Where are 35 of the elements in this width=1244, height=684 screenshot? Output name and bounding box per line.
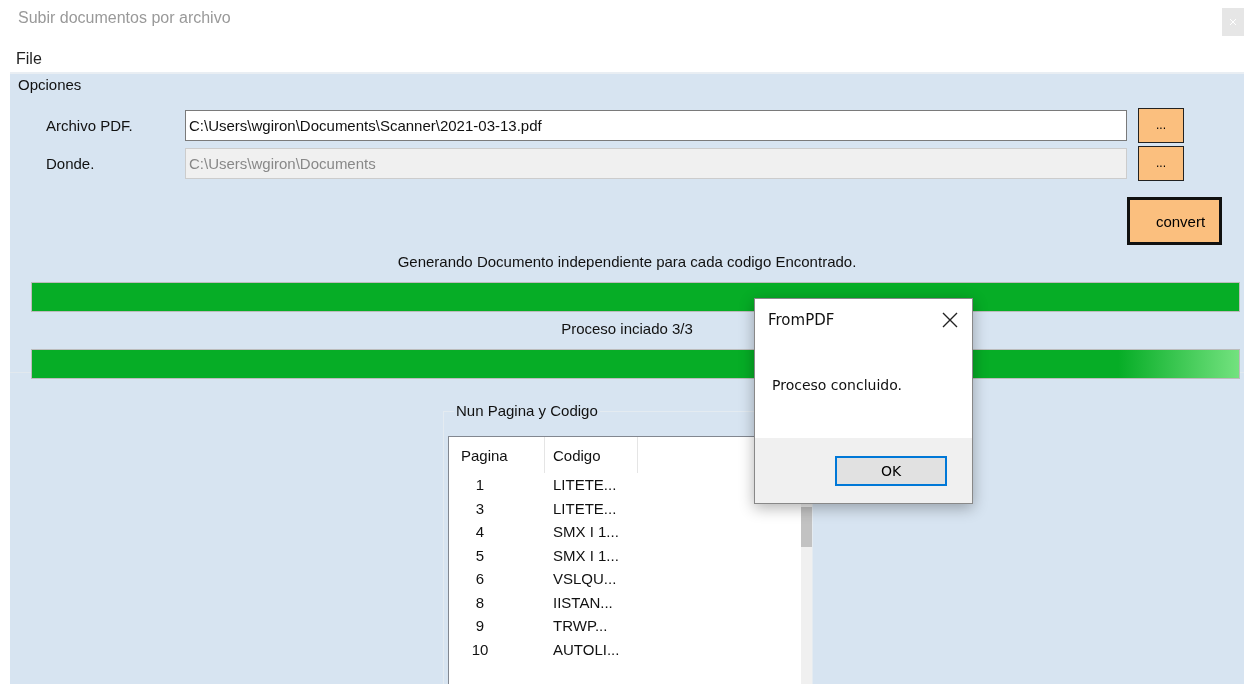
close-icon [942, 312, 958, 328]
table-cell-text: SMX I 1... [552, 523, 620, 541]
table-cell-text: 5 [474, 546, 486, 564]
close-button[interactable] [942, 312, 958, 328]
dialog-title: FromPDF [768, 311, 835, 329]
field-label: Donde. [45, 154, 96, 172]
table-cell-text: AUTOLI... [552, 640, 621, 658]
table-cell-text: SMX I 1... [552, 546, 620, 564]
table-cell-text: 1 [474, 476, 486, 494]
table-cell-text: VSLQU... [552, 570, 618, 588]
close-icon [1230, 19, 1236, 25]
table-cell-text: 6 [474, 570, 486, 588]
menu-item[interactable]: File [16, 49, 42, 68]
table-cell-text: TRWP... [552, 617, 609, 635]
table-cell-text: 3 [474, 499, 486, 517]
group-title: Opciones [18, 76, 82, 93]
convert-button[interactable]: convert [1127, 197, 1222, 245]
table-cell-text: 9 [474, 617, 486, 635]
table-cell-text: 10 [470, 640, 490, 658]
table-cell-text: IISTAN... [552, 593, 614, 611]
ok-button[interactable]: OK [835, 455, 947, 486]
column-header[interactable]: Codigo [545, 437, 638, 473]
window-title: Subir documentos por archivo [18, 9, 231, 27]
progress-label: Generando Documento independiente para cada codigo Encontrado. [396, 253, 858, 272]
dialog-message: Proceso concluido. [772, 377, 903, 395]
table-cell-text: 8 [474, 593, 486, 611]
browse-button[interactable]: ... [1138, 107, 1184, 143]
progress-label: Proceso inciado 3/3 [560, 320, 694, 339]
table-cell-text: 4 [474, 523, 486, 541]
table-cell-text: LITETE... [552, 476, 618, 494]
group-title: Nun Pagina y Codigo [454, 402, 600, 419]
path-field[interactable]: C:\Users\wgiron\Documents\Scanner\2021-03-13.pdf [185, 109, 1127, 141]
column-header[interactable]: Pagina [449, 437, 545, 473]
table-cell-text: LITETE... [552, 499, 618, 517]
field-label: Archivo PDF. [45, 116, 134, 134]
